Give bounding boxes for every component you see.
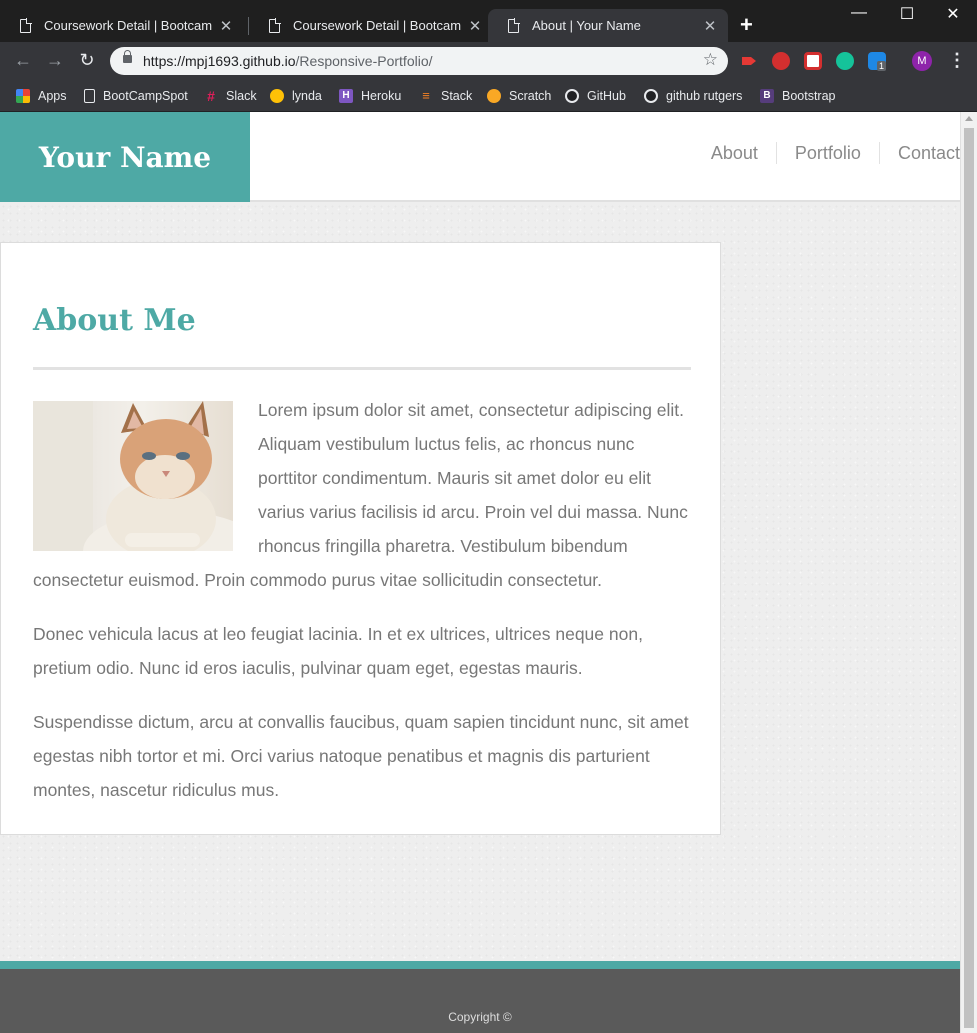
about-body: Lorem ipsum dolor sit amet, consectetur … <box>33 393 693 827</box>
close-tab-icon[interactable]: ✕ <box>702 17 718 35</box>
scratch-icon <box>487 89 501 103</box>
bookmark-label: lynda <box>292 89 322 103</box>
bookmark-github[interactable]: GitHub <box>565 86 626 106</box>
lynda-icon <box>270 89 284 103</box>
nav-contact-link[interactable]: Contact <box>878 142 960 164</box>
about-paragraph: Suspendisse dictum, arcu at convallis fa… <box>33 712 689 800</box>
new-tab-button[interactable]: + <box>740 12 753 38</box>
browser-toolbar: ← → ↻ https://mpj1693.github.io/Responsi… <box>0 42 977 80</box>
tab-about-active[interactable]: About | Your Name ✕ <box>488 9 728 42</box>
bookmark-bootstrap[interactable]: B Bootstrap <box>760 86 836 106</box>
chrome-menu-icon[interactable]: ⋮ <box>948 50 966 71</box>
cat-photo <box>33 401 233 551</box>
pocket-extension-icon[interactable] <box>804 52 822 70</box>
bookmark-label: BootCampSpot <box>103 89 188 103</box>
reload-icon[interactable]: ↻ <box>76 50 98 71</box>
page-icon <box>20 17 32 33</box>
apps-grid-icon <box>16 89 30 103</box>
footer-accent-stripe <box>0 961 960 969</box>
lock-icon <box>123 50 132 63</box>
cast-extension-glyph <box>742 57 756 65</box>
bookmark-bootcampspot[interactable]: BootCampSpot <box>84 86 188 106</box>
s-extension-icon[interactable]: 1 <box>868 52 887 71</box>
url-text[interactable]: https://mpj1693.github.io/Responsive-Por… <box>143 53 433 69</box>
tab-strip: Coursework Detail | Bootcamp Spot ✕ Cour… <box>0 0 977 42</box>
url-path: /Responsive-Portfolio/ <box>295 53 433 69</box>
bookmark-label: Heroku <box>361 89 402 103</box>
site-footer: Copyright © <box>0 969 960 1033</box>
maximize-button[interactable]: ☐ <box>884 4 930 24</box>
site-nav: About Portfolio Contact <box>693 142 960 164</box>
github-icon <box>565 89 579 103</box>
bookmark-heroku[interactable]: H Heroku <box>339 86 401 106</box>
about-paragraph: Donec vehicula lacus at leo feugiat laci… <box>33 624 643 678</box>
close-window-button[interactable]: ✕ <box>930 4 976 24</box>
heroku-icon: H <box>339 89 353 103</box>
bookmark-star-icon[interactable]: ☆ <box>703 50 718 70</box>
minimize-button[interactable]: — <box>836 4 882 22</box>
tab-coursework-1[interactable]: Coursework Detail | Bootcamp Spot ✕ <box>0 9 244 42</box>
bootstrap-icon: B <box>760 89 774 103</box>
profile-avatar[interactable]: M <box>912 51 932 71</box>
site-brand[interactable]: Your Name <box>0 112 250 202</box>
page-icon <box>269 17 281 33</box>
stack-overflow-icon: ≡ <box>422 88 430 103</box>
page-icon <box>84 89 95 103</box>
about-title: About Me <box>33 303 196 338</box>
bookmark-label: Scratch <box>509 89 552 103</box>
bookmark-github-rutgers[interactable]: github rutgers <box>644 86 742 106</box>
forward-arrow-icon[interactable]: → <box>44 50 66 71</box>
tab-title: About | Your Name <box>532 18 641 33</box>
bookmark-stack[interactable]: ≡ Stack <box>419 86 472 106</box>
url-host: https://mpj1693.github.io <box>143 53 296 69</box>
copyright-text: Copyright © <box>448 1010 512 1024</box>
section-divider <box>33 367 691 370</box>
scroll-up-arrow-icon[interactable] <box>965 116 973 121</box>
slack-icon: # <box>207 88 215 104</box>
tab-title: Coursework Detail | Bootcamp Spot <box>44 18 212 33</box>
nav-portfolio-link[interactable]: Portfolio <box>775 142 879 164</box>
page-icon <box>508 17 520 33</box>
back-arrow-icon[interactable]: ← <box>12 50 34 71</box>
scroll-thumb[interactable] <box>964 128 974 1028</box>
bookmark-lynda[interactable]: lynda <box>270 86 322 106</box>
extension-badge: 1 <box>877 61 887 71</box>
bookmark-label: Apps <box>38 89 67 103</box>
tab-title: Coursework Detail | Bootcamp Spot <box>293 18 461 33</box>
address-bar[interactable]: https://mpj1693.github.io/Responsive-Por… <box>110 47 728 75</box>
bookmark-label: Bootstrap <box>782 89 836 103</box>
page-viewport: Your Name About Portfolio Contact About … <box>0 112 960 1033</box>
close-tab-icon[interactable]: ✕ <box>467 17 483 35</box>
bookmark-apps[interactable]: Apps <box>16 86 67 106</box>
about-section: About Me Lorem ipsum dolor sit amet, con… <box>0 242 721 835</box>
bookmark-label: github rutgers <box>666 89 743 103</box>
site-header: Your Name About Portfolio Contact <box>0 112 960 202</box>
bookmark-label: Stack <box>441 89 473 103</box>
bookmark-label: GitHub <box>587 89 626 103</box>
bookmarks-bar: Apps BootCampSpot # Slack lynda H Heroku… <box>0 80 977 112</box>
tab-coursework-2[interactable]: Coursework Detail | Bootcamp Spot ✕ <box>249 9 493 42</box>
close-tab-icon[interactable]: ✕ <box>218 17 234 35</box>
adblock-extension-icon[interactable] <box>772 52 790 70</box>
bookmark-scratch[interactable]: Scratch <box>487 86 551 106</box>
grammarly-extension-icon[interactable] <box>836 52 854 70</box>
bookmark-slack[interactable]: # Slack <box>204 86 257 106</box>
cast-extension-icon[interactable] <box>740 52 758 70</box>
nav-about-link[interactable]: About <box>693 142 776 164</box>
page-scrollbar[interactable] <box>960 112 977 1033</box>
github-icon <box>644 89 658 103</box>
cat-illustration <box>33 401 233 551</box>
bookmark-label: Slack <box>226 89 257 103</box>
